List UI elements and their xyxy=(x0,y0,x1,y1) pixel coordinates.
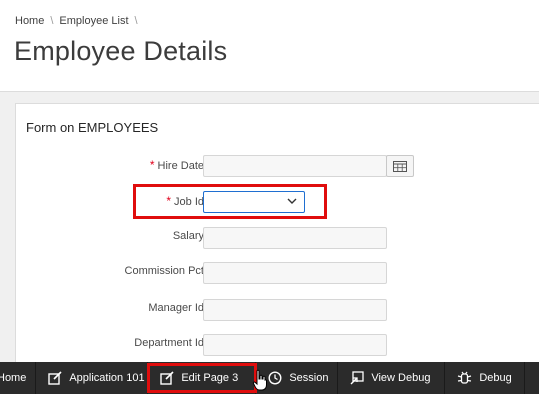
breadcrumb: Home \ Employee List \ xyxy=(15,15,138,27)
field-row-department-id: Department Id xyxy=(16,334,539,356)
breadcrumb-separator: \ xyxy=(50,15,54,27)
developer-toolbar: Home Application 101 Edit Page 3 Session… xyxy=(0,362,539,394)
form-region: Form on EMPLOYEES * Hire Date * Job Id S… xyxy=(15,103,539,394)
field-label-salary: Salary xyxy=(172,230,204,242)
field-row-salary: Salary xyxy=(16,227,539,249)
field-row-commission-pct: Commission Pct xyxy=(16,262,539,284)
page-header: Home \ Employee List \ Employee Details xyxy=(0,0,539,92)
edit-page-icon xyxy=(160,371,174,385)
page-title: Employee Details xyxy=(14,36,228,66)
field-label-department-id: Department Id xyxy=(134,337,204,349)
region-title: Form on EMPLOYEES xyxy=(26,120,159,135)
hire-date-input[interactable] xyxy=(203,155,387,177)
calendar-icon xyxy=(393,161,407,172)
salary-input[interactable] xyxy=(203,227,387,249)
breadcrumb-home[interactable]: Home xyxy=(15,15,44,27)
job-id-highlight-box xyxy=(133,184,327,219)
breadcrumb-separator: \ xyxy=(134,15,138,27)
hand-pointer-cursor-icon xyxy=(252,369,267,391)
view-debug-icon xyxy=(350,371,364,385)
department-id-input[interactable] xyxy=(203,334,387,356)
devbar-home-button[interactable]: Home xyxy=(0,362,37,394)
field-label-hire-date: * Hire Date xyxy=(149,158,204,172)
field-row-manager-id: Manager Id xyxy=(16,299,539,321)
devbar-debug-button[interactable]: Debug xyxy=(445,362,526,394)
devbar-application-button[interactable]: Application 101 xyxy=(36,362,149,394)
clock-icon xyxy=(268,371,282,385)
calendar-button[interactable] xyxy=(386,155,414,177)
bug-icon xyxy=(458,371,472,384)
devbar-edit-page-button[interactable]: Edit Page 3 xyxy=(147,362,258,394)
devbar-view-debug-button[interactable]: View Debug xyxy=(338,362,446,394)
field-label-commission-pct: Commission Pct xyxy=(124,265,204,277)
edit-box-icon xyxy=(48,371,62,385)
commission-pct-input[interactable] xyxy=(203,262,387,284)
breadcrumb-employee-list[interactable]: Employee List xyxy=(59,15,128,27)
manager-id-input[interactable] xyxy=(203,299,387,321)
field-label-manager-id: Manager Id xyxy=(148,302,204,314)
field-row-hire-date: * Hire Date xyxy=(16,155,539,177)
required-indicator: * xyxy=(149,158,155,172)
devbar-session-button[interactable]: Session xyxy=(256,362,339,394)
